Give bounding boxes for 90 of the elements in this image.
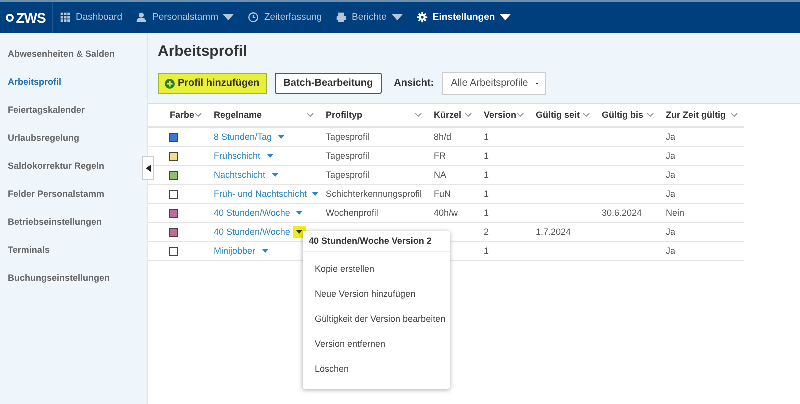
page-title: Arbeitsprofil: [158, 43, 248, 60]
caret-icon: [278, 135, 286, 139]
sidebar-item[interactable]: Abwesenheiten & Salden: [0, 41, 136, 69]
table-cell: 1: [484, 151, 490, 161]
nav-item[interactable]: Einstellungen: [410, 12, 518, 23]
sidebar-item[interactable]: Saldokorrektur Regeln: [0, 153, 136, 181]
chevron-icon: [415, 113, 422, 117]
column-header[interactable]: Zur Zeit gültig: [660, 104, 744, 128]
table-cell: Wochenprofil: [326, 208, 378, 218]
table-cell: Ja: [666, 170, 676, 180]
settings-icon: [416, 12, 428, 23]
column-header[interactable]: Version: [478, 104, 530, 128]
table-cell: 1: [484, 208, 490, 218]
sidebar-item[interactable]: Arbeitsprofil: [0, 69, 136, 97]
nav-item[interactable]: Dashboard: [53, 12, 130, 23]
chevron-icon: [647, 113, 654, 117]
menu-title: 40 Stunden/Woche Version 2: [303, 231, 450, 252]
table-cell: 40h/w: [434, 208, 458, 218]
view-dropdown[interactable]: Alle Arbeitsprofile: [442, 72, 546, 95]
sidebar-item[interactable]: Felder Personalstamm: [0, 181, 136, 209]
column-header[interactable]: Gültig seit: [530, 104, 596, 128]
sidebar-item[interactable]: Urlaubsregelung: [0, 125, 136, 153]
table-cell: 1: [484, 246, 490, 256]
menu-item[interactable]: Löschen: [303, 358, 450, 383]
chevron-icon: [195, 113, 202, 117]
table-cell: 1: [484, 132, 490, 142]
rule-name-link[interactable]: 40 Stunden/Woche: [214, 227, 290, 237]
view-label: Ansicht:: [394, 78, 434, 89]
caret-icon: [272, 173, 279, 177]
sidebar-item[interactable]: Betriebseinstellungen: [0, 209, 136, 237]
sidebar-item[interactable]: Buchungseinstellungen: [0, 265, 136, 293]
table-cell: Ja: [666, 151, 676, 161]
rule-name-link[interactable]: Früh- und Nachtschicht: [214, 189, 308, 199]
table-cell: 1.7.2024: [536, 227, 572, 237]
menu-item[interactable]: Version entfernen: [303, 333, 450, 358]
caret-icon: [296, 211, 304, 215]
sidebar-item[interactable]: Feiertagskalender: [0, 97, 136, 125]
nav-item[interactable]: Berichte: [329, 12, 410, 23]
caret-icon: [296, 230, 304, 234]
sidebar-item[interactable]: Terminals: [0, 237, 136, 265]
menu-item[interactable]: Gültigkeit der Version bearbeiten: [303, 308, 450, 333]
table-cell: Ja: [666, 246, 676, 256]
table-cell: 2: [484, 227, 490, 237]
caret-icon: [536, 82, 540, 86]
caret-icon: [262, 249, 269, 253]
rule-name-link[interactable]: Minijobber: [214, 246, 256, 256]
rule-name-link[interactable]: Frühschicht: [214, 151, 261, 161]
menu-item[interactable]: Kopie erstellen: [303, 258, 450, 283]
printer-icon: [336, 12, 348, 23]
chevron-icon: [465, 113, 472, 117]
column-header[interactable]: Profiltyp: [320, 104, 428, 128]
chevron-icon: [731, 113, 738, 117]
table-cell: Ja: [666, 227, 676, 237]
rule-name-link[interactable]: Nachtschicht: [214, 170, 266, 180]
plus-icon: [165, 78, 175, 88]
table-cell: FuN: [434, 189, 452, 199]
table-cell: Tagesprofil: [326, 151, 370, 161]
table-cell: NA: [434, 170, 447, 180]
table-cell: 1: [484, 170, 490, 180]
nav-item[interactable]: Personalstamm: [129, 12, 242, 23]
table-cell: Ja: [666, 189, 676, 199]
table-cell: Nein: [666, 208, 685, 218]
column-header[interactable]: Gültig bis: [596, 104, 660, 128]
caret-icon: [266, 154, 274, 158]
person-icon: [136, 12, 148, 23]
rule-name-link[interactable]: 40 Stunden/Woche: [214, 208, 290, 218]
table-cell: Tagesprofil: [326, 170, 370, 180]
table-cell: Tagesprofil: [326, 132, 370, 142]
batch-edit-button[interactable]: Batch-Bearbeitung: [274, 73, 382, 94]
grid-icon: [60, 12, 71, 23]
rule-name-link[interactable]: 8 Stunden/Tag: [214, 132, 272, 142]
table-cell: Schichterkennungsprofil: [326, 189, 422, 199]
column-header[interactable]: Farbe: [148, 104, 208, 128]
table-cell: 1: [484, 189, 490, 199]
left-arrow-icon: [146, 164, 150, 172]
chevron-icon: [307, 113, 314, 117]
table-cell: 8h/d: [434, 132, 452, 142]
add-profile-button[interactable]: Profil hinzufügen: [158, 73, 267, 94]
menu-item[interactable]: Neue Version hinzufügen: [303, 283, 450, 308]
table-cell: 30.6.2024: [602, 208, 642, 218]
caret-icon: [312, 192, 319, 196]
nav-item[interactable]: Zeiterfassung: [241, 12, 330, 23]
collapse-sidebar-button[interactable]: [142, 156, 154, 180]
clock-icon: [248, 12, 260, 23]
table-cell: FR: [434, 151, 446, 161]
column-header[interactable]: Kürzel: [428, 104, 478, 128]
table-cell: Ja: [666, 132, 676, 142]
chevron-icon: [583, 113, 590, 117]
chevron-icon: [517, 113, 524, 117]
column-header[interactable]: Regelname: [208, 104, 320, 128]
